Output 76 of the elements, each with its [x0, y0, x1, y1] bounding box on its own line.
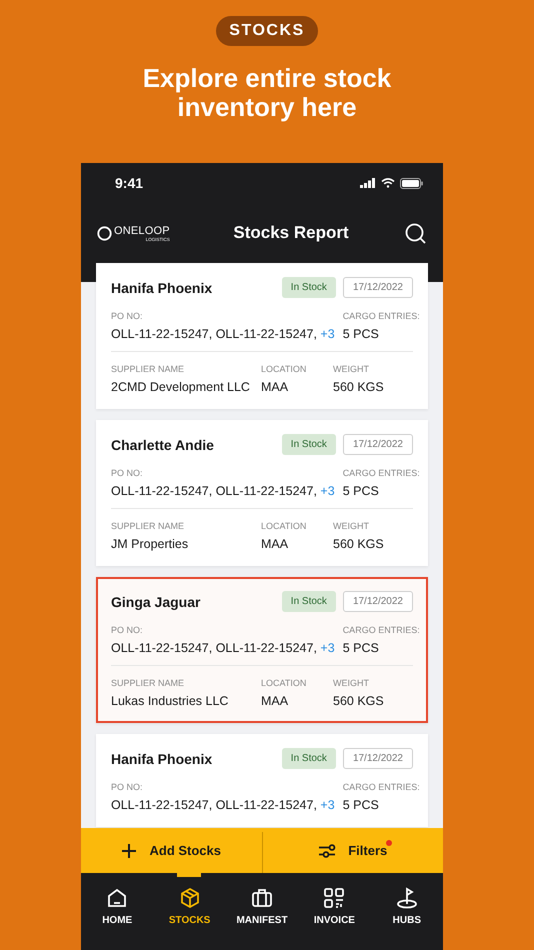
- customer-name: Ginga Jaguar: [111, 594, 202, 610]
- customer-name: Charlette Andie: [111, 436, 215, 452]
- field-label: SUPPLIER NAME: [111, 364, 186, 374]
- field-label: CARGO ENTRIES:: [342, 625, 421, 635]
- wifi-icon: [381, 178, 395, 188]
- more-link[interactable]: +3: [320, 327, 335, 341]
- date-tag: 17/12/2022: [342, 591, 413, 612]
- search-icon[interactable]: [405, 222, 426, 244]
- field-label: LOCATION: [261, 521, 308, 531]
- status-time: 9:41: [115, 175, 144, 191]
- field-value: 5 PCS: [342, 641, 380, 655]
- customer-name: Hanifa Phoenix: [111, 750, 214, 766]
- field-label: WEIGHT: [333, 364, 370, 374]
- grid-icon: [323, 887, 346, 909]
- field-value: Lukas Industries LLC: [111, 694, 230, 708]
- screen-title: Stocks Report: [232, 223, 350, 243]
- nav-tab[interactable]: STOCKS: [153, 887, 226, 950]
- field-value: 5 PCS: [342, 327, 380, 341]
- home-icon: [106, 887, 128, 909]
- field-label: PO NO:: [111, 311, 144, 321]
- battery-icon: [400, 178, 423, 188]
- more-link[interactable]: +3: [320, 798, 335, 812]
- field-value: 5 PCS: [342, 798, 380, 812]
- nav-tab[interactable]: MANIFEST: [226, 887, 298, 950]
- field-label: PO NO:: [111, 468, 144, 478]
- section-badge: STOCKS: [216, 16, 318, 46]
- field-label: PO NO:: [111, 625, 144, 635]
- nav-tab[interactable]: INVOICE: [298, 887, 371, 950]
- customer-name: Hanifa Phoenix: [111, 280, 214, 296]
- logo-ring-icon: [97, 226, 112, 240]
- box-icon: [178, 887, 201, 909]
- stock-card[interactable]: Hanifa Phoenix In Stock 17/12/2022 PO NO: CARGO ENTRIES: OLL-11-22-15247, OLL-11-22-15247, +3 5 PCS SUPPLIER NAME LOCATION WEIGHT 2CMD Development LLC MAA 560 KGS: [96, 263, 428, 409]
- field-value: MAA: [261, 694, 290, 708]
- po-numbers: OLL-11-22-15247, OLL-11-22-15247, +3: [111, 484, 335, 498]
- briefcase-icon: [251, 887, 274, 909]
- more-link[interactable]: +3: [320, 484, 335, 498]
- field-label: CARGO ENTRIES:: [342, 782, 421, 792]
- field-label: LOCATION: [261, 364, 308, 374]
- date-tag: 17/12/2022: [342, 434, 413, 455]
- date-tag: 17/12/2022: [342, 277, 413, 298]
- filters-button[interactable]: Filters: [262, 828, 443, 873]
- status-tag: In Stock: [282, 277, 336, 298]
- nav-tab[interactable]: HUBS: [370, 887, 444, 950]
- field-value: 560 KGS: [333, 694, 385, 708]
- nav-tab[interactable]: HOME: [81, 887, 154, 950]
- field-label: WEIGHT: [333, 678, 370, 688]
- po-numbers: OLL-11-22-15247, OLL-11-22-15247, +3: [111, 798, 335, 812]
- field-value: 560 KGS: [333, 380, 385, 394]
- field-value: 560 KGS: [333, 537, 385, 551]
- field-label: CARGO ENTRIES:: [342, 311, 421, 321]
- field-value: 5 PCS: [342, 484, 380, 498]
- status-tag: In Stock: [282, 748, 336, 769]
- field-label: PO NO:: [111, 782, 144, 792]
- stock-card[interactable]: Charlette Andie In Stock 17/12/2022 PO NO: CARGO ENTRIES: OLL-11-22-15247, OLL-11-22-15247, +3 5 PCS SUPPLIER NAME LOCATION WEIGHT JM Properties MAA 560 KGS: [96, 420, 428, 566]
- po-numbers: OLL-11-22-15247, OLL-11-22-15247, +3: [111, 327, 335, 341]
- logo-name: ONELOOP: [114, 224, 170, 236]
- stock-card[interactable]: Hanifa Phoenix In Stock 17/12/2022 PO NO: CARGO ENTRIES: OLL-11-22-15247, OLL-11-22-15247, +3 5 PCS: [96, 734, 428, 827]
- po-numbers: OLL-11-22-15247, OLL-11-22-15247, +3: [111, 641, 335, 655]
- field-value: 2CMD Development LLC: [111, 380, 251, 394]
- field-value: MAA: [261, 537, 290, 551]
- signal-icon: [360, 178, 376, 188]
- date-tag: 17/12/2022: [342, 748, 413, 769]
- field-label: WEIGHT: [333, 521, 370, 531]
- stock-card[interactable]: Ginga Jaguar In Stock 17/12/2022 PO NO: CARGO ENTRIES: OLL-11-22-15247, OLL-11-22-15247, +3 5 PCS SUPPLIER NAME LOCATION WEIGHT Lukas Industries LLC MAA 560 KGS: [96, 577, 428, 723]
- field-value: MAA: [261, 380, 290, 394]
- field-value: JM Properties: [111, 537, 190, 551]
- field-label: CARGO ENTRIES:: [342, 468, 421, 478]
- status-tag: In Stock: [282, 591, 336, 612]
- field-label: LOCATION: [261, 678, 308, 688]
- flag-icon: [396, 887, 418, 909]
- plus-icon: [121, 842, 138, 858]
- sliders-icon: [318, 844, 336, 858]
- field-label: SUPPLIER NAME: [111, 678, 186, 688]
- headline: Explore entire stock inventory here: [142, 64, 392, 122]
- field-label: SUPPLIER NAME: [111, 521, 186, 531]
- status-tag: In Stock: [282, 434, 336, 455]
